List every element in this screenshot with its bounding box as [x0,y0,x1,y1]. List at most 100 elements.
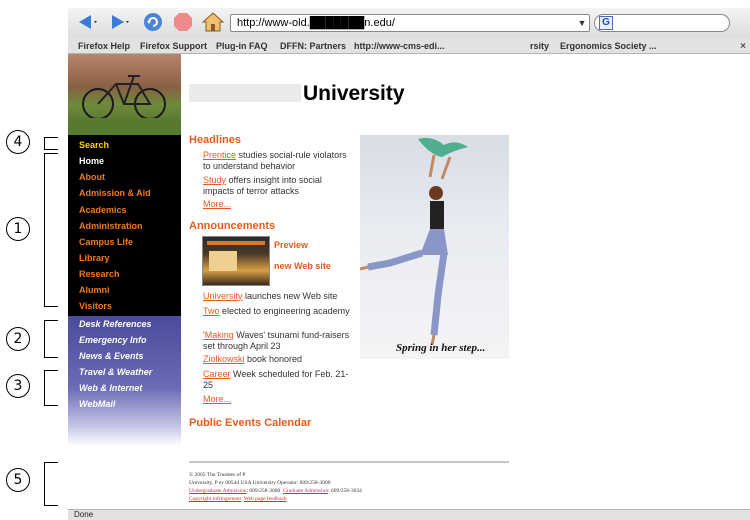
feedback-link[interactable]: Web page feedback [244,496,287,502]
annotation-bracket [44,320,58,358]
preview-link-line2[interactable]: new Web site [274,261,331,271]
site-title-text: University [303,82,405,105]
photo-caption: Spring in her step... [396,342,486,354]
announcement-link[interactable]: 'Making [203,330,234,340]
announcements-more-link[interactable]: More... [203,394,231,404]
annotation-marker: 2 [6,327,30,351]
announcements-heading: Announcements [189,220,276,232]
bookmark-item[interactable]: Firefox Help [78,41,130,51]
announcement-link[interactable]: Career [203,369,231,379]
headline-item: Prentice studies social-rule violators t… [203,150,351,172]
announcement-text: book honored [244,354,303,364]
announcement-text: launches new Web site [242,291,338,301]
announcement-item: 'Making Waves' tsunami fund-raisers set … [203,330,351,352]
nav-desk-references[interactable]: Desk References [79,319,152,329]
headline-link[interactable]: Prentice [203,150,236,160]
nav-home[interactable]: Home [79,156,104,166]
thumbnail-content-block [209,251,237,271]
url-dropdown-icon[interactable]: ▼ [574,14,590,32]
search-input[interactable]: G [594,14,730,32]
bookmark-item[interactable]: Firefox Support [140,41,207,51]
utility-nav: Desk References Emergency Info News & Ev… [68,316,181,446]
announcement-link[interactable]: Ziolkowski [203,354,245,364]
reload-button[interactable] [142,11,164,33]
annotation-bracket [44,137,58,150]
nav-visitors[interactable]: Visitors [79,301,112,311]
status-text: Done [74,510,94,519]
grad-admission-link[interactable]: Graduate Admission [283,488,328,494]
nav-travel-weather[interactable]: Travel & Weather [79,367,152,377]
headlines-more-link[interactable]: More... [203,199,231,209]
footer-copyright: © 2005 The Trustees of P [189,472,246,478]
website-preview-thumbnail[interactable] [202,236,270,286]
announcement-item: Two elected to engineering academy [203,306,351,317]
home-icon [202,12,224,32]
nav-campus-life[interactable]: Campus Life [79,237,133,247]
bookmarks-toolbar: Firefox Help Firefox Support Plug-in FAQ… [68,38,750,54]
stop-button[interactable] [172,11,194,33]
bookmark-item[interactable]: rsity [530,41,549,51]
nav-emergency-info[interactable]: Emergency Info [79,335,147,345]
nav-research[interactable]: Research [79,269,120,279]
footer-links: Copyright infringement Web page feedback [189,496,287,502]
undergrad-phone: : 609/258-3060 [246,488,281,494]
bookmark-item[interactable]: http://www-cms-edi... [354,41,445,51]
bookmark-item[interactable]: Ergonomics Society ... [560,41,657,51]
announcement-link[interactable]: University [203,291,243,301]
annotation-marker: 1 [6,217,30,241]
undergrad-admission-link[interactable]: Undergraduate Admission [189,488,247,494]
copyright-infringement-link[interactable]: Copyright infringement [189,496,241,502]
headline-link[interactable]: Study [203,175,226,185]
web-page: Search Home About Admission & Aid Academ… [68,54,750,509]
nav-search[interactable]: Search [79,140,109,150]
nav-alumni[interactable]: Alumni [79,285,110,295]
status-bar: Done [68,509,750,520]
annotation-marker: 3 [6,374,30,398]
left-column: Search Home About Admission & Aid Academ… [68,54,181,509]
stop-icon [174,13,192,31]
nav-administration[interactable]: Administration [79,221,143,231]
footer-address: University, P ey 08544 USA University Op… [189,480,331,486]
events-calendar-link[interactable]: Public Events Calendar [189,417,311,429]
nav-webmail[interactable]: WebMail [79,399,115,409]
announcement-item: Ziolkowski book honored [203,354,351,365]
nav-academics[interactable]: Academics [79,205,127,215]
announcement-item: Career Week scheduled for Feb. 21-25 [203,369,351,391]
annotation-marker: 5 [6,468,30,492]
annotation-bracket [44,153,58,307]
annotation-bracket [44,370,58,406]
nav-admission-aid[interactable]: Admission & Aid [79,188,151,198]
back-icon [79,15,97,29]
nav-library[interactable]: Library [79,253,110,263]
headlines-heading: Headlines [189,134,241,146]
headline-item: Study offers insight into social impacts… [203,175,351,197]
forward-icon [112,15,129,29]
nav-news-events[interactable]: News & Events [79,351,144,361]
main-nav: Search Home About Admission & Aid Academ… [68,135,181,316]
forward-button[interactable] [108,11,130,33]
nav-about[interactable]: About [79,172,105,182]
bookmark-item[interactable]: Plug-in FAQ [216,41,268,51]
search-engine-icon[interactable]: G [599,16,613,30]
annotation-bracket [44,462,58,506]
feature-photo[interactable]: Spring in her step... [360,135,509,359]
back-button[interactable] [76,11,98,33]
bookmark-item[interactable]: DFFN: Partners [280,41,346,51]
nav-web-internet[interactable]: Web & Internet [79,383,142,393]
footer-admission-line: Undergraduate Admission: 609/258-3060 Gr… [189,488,362,494]
reload-icon [144,13,162,31]
footer-divider [189,461,509,463]
bicycle-photo [68,54,181,135]
announcement-text: elected to engineering academy [219,306,350,316]
redacted-block [189,84,301,102]
browser-toolbar: http://www-old.███████n.edu/ ▼ G [68,8,750,38]
home-button[interactable] [202,11,224,33]
preview-link[interactable]: Preview [274,240,308,250]
grad-phone: : 609/258-3034 [328,488,362,494]
site-title: University [189,82,405,108]
thumbnail-header-bar [207,241,265,245]
bookmarks-close-icon[interactable]: × [740,41,746,52]
announcement-link[interactable]: Two [203,306,220,316]
url-input[interactable]: http://www-old.███████n.edu/ [230,14,590,32]
annotation-marker: 4 [6,130,30,154]
